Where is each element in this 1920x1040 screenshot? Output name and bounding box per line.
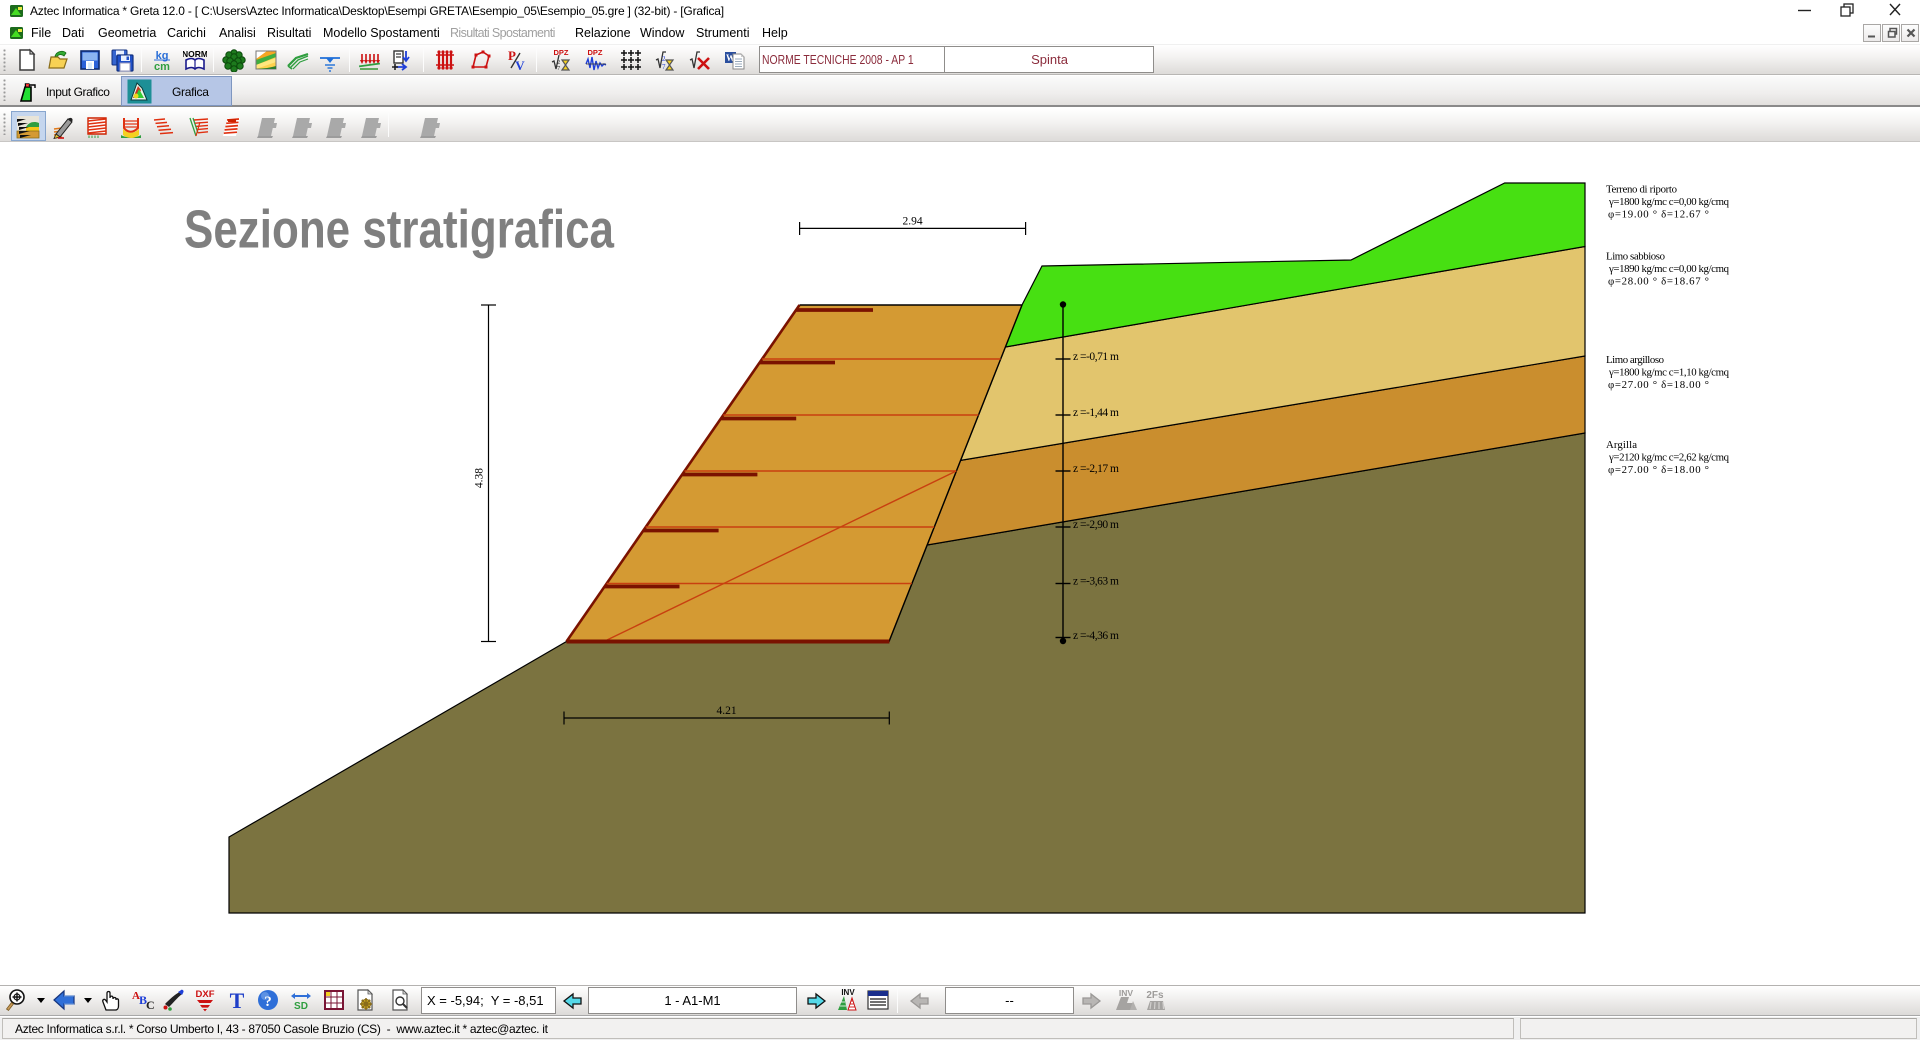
svg-text:7: 7 [557,65,561,72]
svg-text:NORM: NORM [183,49,207,59]
svg-text:SD: SD [294,1001,308,1012]
svg-text:C: C [146,998,154,1012]
svg-text:Terreno di riporto: Terreno di riporto [1606,184,1677,196]
svg-text:φ=27.00 ° δ=18.00 °: φ=27.00 ° δ=18.00 ° [1608,464,1709,476]
svg-text:γ=1890 kg/mc c=0,00 kg/cmq: γ=1890 kg/mc c=0,00 kg/cmq [1608,263,1730,275]
svg-text:Limo sabbioso: Limo sabbioso [1606,251,1665,263]
svg-text:2.94: 2.94 [903,216,923,228]
svg-text:INV: INV [841,988,855,997]
svg-text:cm: cm [154,61,170,72]
svg-text:DPZ: DPZ [588,48,603,57]
svg-text:z =-2,17 m: z =-2,17 m [1073,463,1119,475]
svg-text:φ=27.00 ° δ=18.00 °: φ=27.00 ° δ=18.00 ° [1608,379,1709,391]
svg-text:DXF: DXF [196,989,215,1000]
svg-text:γ=1800 kg/mc c=0,00 kg/cmq: γ=1800 kg/mc c=0,00 kg/cmq [1608,196,1730,208]
svg-text:z =-4,36 m: z =-4,36 m [1073,630,1119,642]
svg-text:INV: INV [1119,988,1134,998]
svg-text:4.21: 4.21 [717,705,737,717]
svg-text:z =-3,63 m: z =-3,63 m [1073,576,1119,588]
svg-text:7: 7 [662,63,666,71]
svg-text:DPZ: DPZ [554,48,569,57]
svg-text:φ=28.00 ° δ=18.67 °: φ=28.00 ° δ=18.67 ° [1608,276,1709,288]
svg-text:γ=2120 kg/mc c=2,62 kg/cmq: γ=2120 kg/mc c=2,62 kg/cmq [1608,452,1730,464]
svg-text:2Fs: 2Fs [1146,990,1164,1001]
svg-text:4.38: 4.38 [474,468,486,488]
svg-text:V: V [515,58,525,72]
svg-text:z =-1,44 m: z =-1,44 m [1073,407,1119,419]
svg-text:Sezione stratigrafica: Sezione stratigrafica [184,200,615,260]
svg-text:T: T [230,988,245,1012]
svg-text:z =-0,71 m: z =-0,71 m [1073,351,1119,363]
svg-text:γ=1800 kg/mc c=1,10 kg/cmq: γ=1800 kg/mc c=1,10 kg/cmq [1608,367,1730,379]
svg-text:?: ? [264,994,272,1010]
svg-text:z =-2,90 m: z =-2,90 m [1073,519,1119,531]
svg-text:Limo argilloso: Limo argilloso [1606,354,1664,366]
svg-text:2: 2 [662,55,666,63]
svg-text:φ=19.00 ° δ=12.67 °: φ=19.00 ° δ=12.67 ° [1608,209,1709,221]
svg-text:Argilla: Argilla [1606,439,1637,451]
